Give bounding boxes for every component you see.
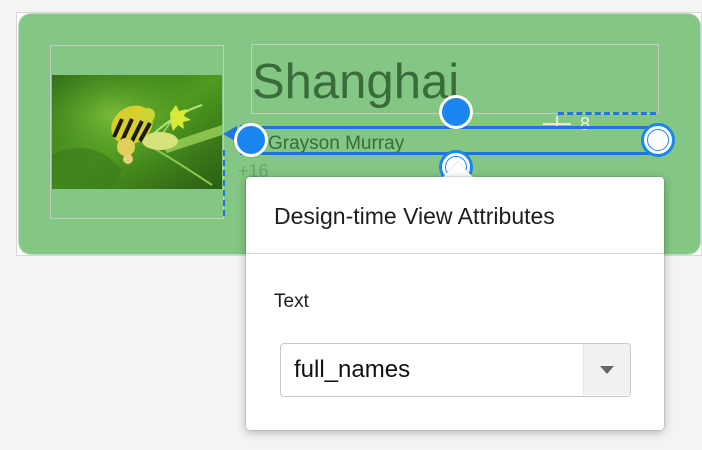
top-constraint-handle[interactable]: [439, 95, 473, 129]
dropdown-toggle-button[interactable]: [583, 344, 630, 395]
popup-title: Design-time View Attributes: [274, 203, 555, 229]
right-constraint-handle[interactable]: [641, 123, 675, 157]
left-constraint-handle[interactable]: [234, 123, 268, 157]
caterpillar-thumbnail-image[interactable]: [52, 75, 222, 189]
margin-value-label: 8: [580, 114, 591, 134]
design-time-attributes-popup: Design-time View Attributes Text full_na…: [246, 177, 664, 430]
text-field-label: Text: [274, 291, 309, 312]
constraint-dashed-line: [558, 112, 656, 115]
name-textview[interactable]: Grayson Murray: [268, 133, 404, 153]
text-attribute-dropdown[interactable]: full_names: [280, 343, 631, 397]
popup-divider: [246, 253, 664, 254]
constraint-dashed-vertical: [223, 150, 225, 216]
popup-pointer: [443, 162, 473, 177]
title-text[interactable]: Shanghai: [252, 52, 459, 112]
margin-indicator-tick: [556, 116, 558, 126]
dropdown-selected-value: full_names: [294, 356, 411, 383]
chevron-down-icon: [600, 366, 614, 374]
